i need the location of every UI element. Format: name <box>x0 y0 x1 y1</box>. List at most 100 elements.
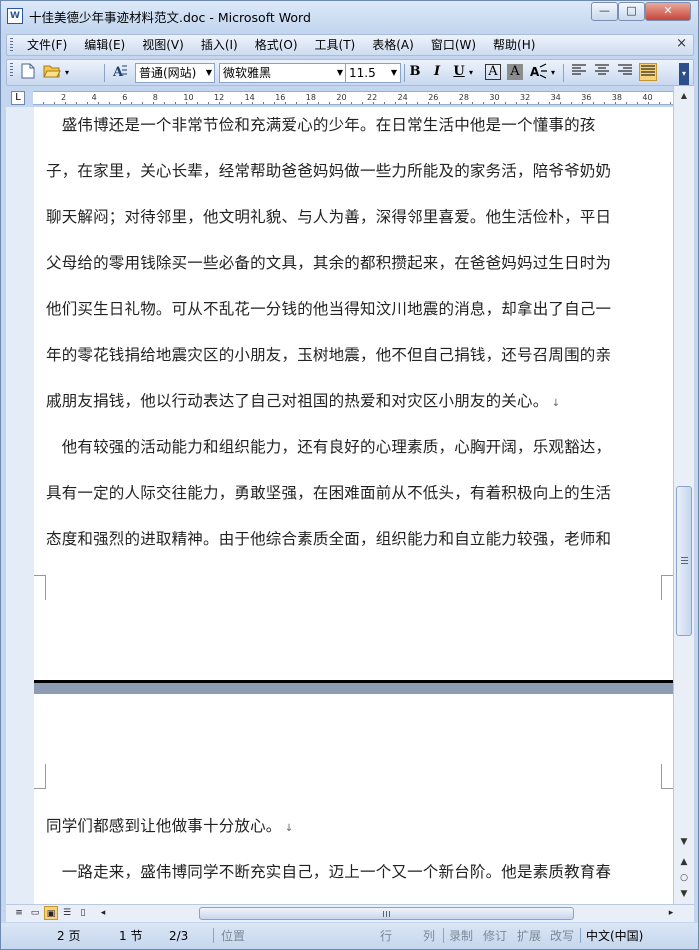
ruler-number: 34 <box>550 93 561 102</box>
document-line-text: 具有一定的人际交往能力，勇敢坚强，在困难面前从不低头，有着积极向上的生活 <box>46 484 612 502</box>
page-2[interactable]: 同学们都感到让他做事十分放心。 ↓ 一路走来，盛伟博同学不断充实自己，迈上一个又… <box>34 694 673 904</box>
outline-view-icon[interactable]: ☰ <box>60 906 74 920</box>
reading-view-icon[interactable]: ▯ <box>76 906 90 920</box>
scroll-left-icon[interactable]: ◂ <box>96 906 110 920</box>
style-dropdown-arrow-icon[interactable]: ▼ <box>203 63 215 83</box>
align-left-icon[interactable] <box>570 63 588 81</box>
char-shading-icon[interactable]: A <box>507 64 523 80</box>
ruler-number: 18 <box>305 93 316 102</box>
normal-view-icon[interactable]: ≡ <box>12 906 26 920</box>
toolbar-separator <box>104 64 105 82</box>
open-folder-icon[interactable] <box>43 63 61 81</box>
menu-edit[interactable]: 编辑(E) <box>84 37 134 53</box>
document-line-text: 戚朋友捐钱，他以行动表达了自己对祖国的热爱和对灾区小朋友的关心。 <box>46 392 549 410</box>
svg-text:A: A <box>530 65 540 79</box>
styles-icon[interactable]: A <box>111 63 129 81</box>
svg-text:A: A <box>112 65 124 79</box>
document-line-text: 父母给的零用钱除买一些必备的文具，其余的都积攒起来，在爸爸妈妈过生日时为 <box>46 254 612 272</box>
next-page-icon[interactable]: ▼ <box>676 886 692 902</box>
menu-window[interactable]: 窗口(W) <box>431 37 485 53</box>
tab-selector-icon[interactable]: L <box>11 91 25 105</box>
document-line-text: 态度和强烈的进取精神。由于他综合素质全面，组织能力和自立能力较强，老师和 <box>46 530 612 548</box>
horizontal-scroll-thumb[interactable] <box>199 907 574 920</box>
menu-bar: 文件(F) 编辑(E) 视图(V) 插入(I) 格式(O) 工具(T) 表格(A… <box>6 34 694 56</box>
italic-icon[interactable]: I <box>428 63 446 81</box>
status-page-of: 2/3 <box>169 929 189 943</box>
formatting-toolbar: ▾ A 普通(网站) ▼ 微软雅黑 ▼ 11.5 ▼ B I U ▾ A A A… <box>6 59 694 86</box>
minimize-button[interactable]: — <box>591 2 618 21</box>
text-effect-icon[interactable]: A <box>529 63 547 81</box>
document-line: 盛伟博还是一个非常节俭和充满爱心的少年。在日常生活中他是一个懂事的孩 <box>46 113 596 137</box>
ruler-number: 30 <box>489 93 500 102</box>
menu-grip-icon[interactable] <box>10 38 13 52</box>
status-track-changes[interactable]: 修订 <box>483 927 507 945</box>
font-dropdown[interactable]: 微软雅黑 <box>219 63 347 83</box>
close-button[interactable]: ✕ <box>645 2 691 21</box>
document-line: 聊天解闷；对待邻里，他文明礼貌、与人为善，深得邻里喜爱。他生活俭朴，平日 <box>46 205 611 229</box>
horizontal-ruler[interactable]: 2 4 6 8 10 12 14 16 18 20 22 24 26 28 30 32 34 36 38 40 <box>33 91 673 105</box>
document-line: 一路走来，盛伟博同学不断充实自己，迈上一个又一个新台阶。他是素质教育春 <box>46 860 611 884</box>
document-line-text: 年的零花钱捐给地震灾区的小朋友，玉树地震，他不但自己捐钱，还号召周围的亲 <box>46 346 612 364</box>
text-effect-dropdown-icon[interactable]: ▾ <box>551 63 559 83</box>
menu-insert[interactable]: 插入(I) <box>201 37 247 53</box>
word-app-icon[interactable]: W <box>7 8 23 24</box>
status-language[interactable]: 中文(中国) <box>586 927 643 945</box>
new-doc-icon[interactable] <box>19 63 37 81</box>
vertical-scroll-thumb[interactable] <box>676 486 692 636</box>
toolbar-grip-icon[interactable] <box>10 63 13 77</box>
previous-page-icon[interactable]: ▲ <box>676 854 692 870</box>
vertical-scrollbar[interactable]: ▲ ▼ ▲ ○ ▼ <box>673 86 694 906</box>
title-bar[interactable]: W 十佳美德少年事迹材料范文.doc - Microsoft Word — □ … <box>1 1 698 31</box>
ruler-number: 40 <box>642 93 653 102</box>
menu-format[interactable]: 格式(O) <box>255 37 307 53</box>
underline-icon[interactable]: U <box>450 63 468 81</box>
document-line-text: 盛伟博还是一个非常节俭和充满爱心的少年。在日常生活中他是一个懂事的孩 <box>46 116 596 134</box>
document-line: 子，在家里，关心长辈，经常帮助爸爸妈妈做一些力所能及的家务活，陪爷爷奶奶 <box>46 159 611 183</box>
page-corner-mark <box>661 575 673 600</box>
ruler-ticks <box>33 92 673 104</box>
page-1[interactable]: 盛伟博还是一个非常节俭和充满爱心的少年。在日常生活中他是一个懂事的孩 子，在家里，… <box>34 107 673 680</box>
status-overtype[interactable]: 改写 <box>550 927 574 945</box>
ruler-number: 20 <box>336 93 347 102</box>
char-border-icon[interactable]: A <box>485 64 501 80</box>
menu-help[interactable]: 帮助(H) <box>493 37 544 53</box>
underline-dropdown-icon[interactable]: ▾ <box>469 63 477 83</box>
document-line: 父母给的零用钱除买一些必备的文具，其余的都积攒起来，在爸爸妈妈过生日时为 <box>46 251 611 275</box>
document-line-text: 子，在家里，关心长辈，经常帮助爸爸妈妈做一些力所能及的家务活，陪爷爷奶奶 <box>46 162 612 180</box>
ruler-number: 38 <box>611 93 622 102</box>
web-view-icon[interactable]: ▭ <box>28 906 42 920</box>
status-col: 列 <box>423 929 436 943</box>
document-line-text: 他们买生日礼物。可从不乱花一分钱的他当得知汶川地震的消息，却拿出了自己一 <box>46 300 612 318</box>
print-view-icon[interactable]: ▣ <box>44 906 58 920</box>
align-right-icon[interactable] <box>616 63 634 81</box>
ruler-number: 12 <box>214 93 225 102</box>
ruler-number: 32 <box>520 93 531 102</box>
toolbar-overflow-icon[interactable]: ▾ <box>65 63 73 83</box>
status-page: 2 页 <box>57 929 81 943</box>
left-margin-strip <box>6 107 34 904</box>
justify-icon[interactable] <box>639 63 657 81</box>
status-record[interactable]: 录制 <box>449 927 473 945</box>
scroll-down-icon[interactable]: ▼ <box>676 834 692 850</box>
scroll-up-icon[interactable]: ▲ <box>676 88 692 104</box>
align-center-icon[interactable] <box>593 63 611 81</box>
close-document-icon[interactable]: × <box>676 36 687 51</box>
font-size-arrow-icon[interactable]: ▼ <box>388 63 400 83</box>
maximize-button[interactable]: □ <box>618 2 645 21</box>
bold-icon[interactable]: B <box>406 63 424 81</box>
toolbar-options-icon[interactable]: ▾ <box>679 63 689 85</box>
menu-table[interactable]: 表格(A) <box>372 37 423 53</box>
ruler-number: 2 <box>61 93 67 102</box>
menu-file[interactable]: 文件(F) <box>27 37 76 53</box>
status-separator <box>213 928 214 943</box>
select-browse-object-icon[interactable]: ○ <box>676 870 692 886</box>
menu-tools[interactable]: 工具(T) <box>315 37 365 53</box>
status-section: 1 节 <box>119 929 143 943</box>
paragraph-mark-icon: ↓ <box>548 398 561 409</box>
menu-view[interactable]: 视图(V) <box>142 37 193 53</box>
document-line: 具有一定的人际交往能力，勇敢坚强，在困难面前从不低头，有着积极向上的生活 <box>46 481 611 505</box>
document-line: 他们买生日礼物。可从不乱花一分钱的他当得知汶川地震的消息，却拿出了自己一 <box>46 297 611 321</box>
menu-items: 文件(F) 编辑(E) 视图(V) 插入(I) 格式(O) 工具(T) 表格(A… <box>27 37 552 53</box>
scroll-right-icon[interactable]: ▸ <box>664 906 678 920</box>
status-extend[interactable]: 扩展 <box>517 927 541 945</box>
